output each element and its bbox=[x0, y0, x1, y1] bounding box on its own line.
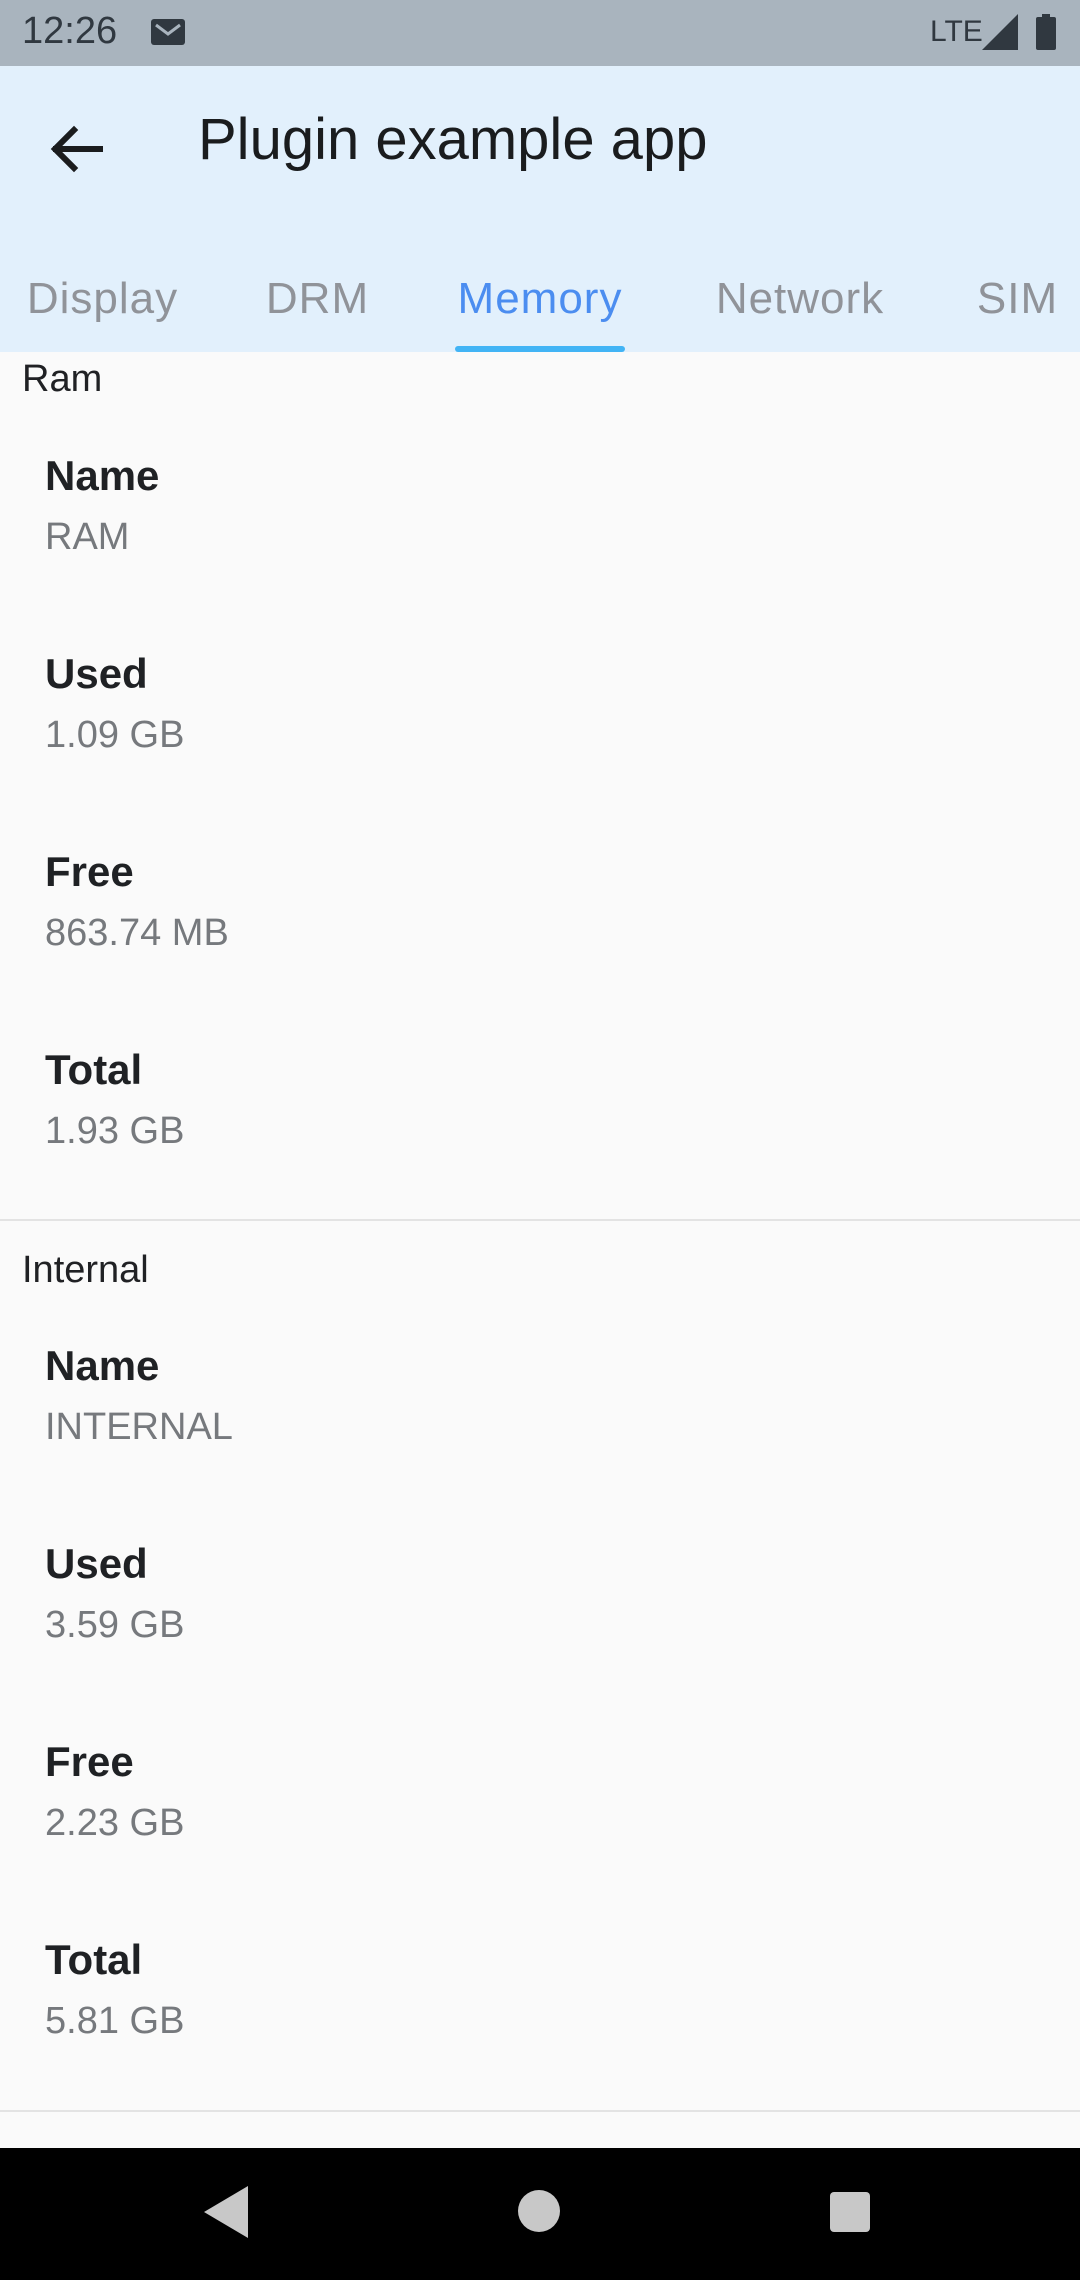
nav-home-icon[interactable] bbox=[518, 2190, 560, 2232]
item-label-total: Total bbox=[45, 1046, 143, 1093]
tab-display[interactable]: Display bbox=[0, 246, 205, 352]
system-nav-bar bbox=[0, 2148, 1080, 2280]
tab-memory[interactable]: Memory bbox=[440, 246, 640, 352]
signal-icon bbox=[982, 14, 1018, 50]
tab-sim[interactable]: SIM bbox=[960, 246, 1075, 352]
item-value-name: RAM bbox=[45, 516, 130, 558]
battery-icon bbox=[1036, 14, 1056, 50]
item-value-used: 3.59 GB bbox=[45, 1604, 185, 1646]
item-label-free: Free bbox=[45, 848, 134, 895]
item-value-total: 1.93 GB bbox=[45, 1110, 185, 1152]
item-value-total: 5.81 GB bbox=[45, 2000, 185, 2042]
section-title-ram: Ram bbox=[22, 358, 103, 400]
item-label-total: Total bbox=[45, 1936, 143, 1983]
item-value-name: INTERNAL bbox=[45, 1406, 233, 1448]
network-type-label: LTE bbox=[930, 15, 983, 48]
item-value-used: 1.09 GB bbox=[45, 714, 185, 756]
item-label-name: Name bbox=[45, 452, 160, 499]
item-value-free: 863.74 MB bbox=[45, 912, 229, 954]
tab-indicator bbox=[455, 346, 625, 352]
app-bar: Plugin example app Display DRM Memory Ne… bbox=[0, 66, 1080, 352]
item-label-free: Free bbox=[45, 1738, 134, 1785]
nav-back-icon[interactable] bbox=[204, 2186, 248, 2238]
item-label-name: Name bbox=[45, 1342, 160, 1389]
tab-drm[interactable]: DRM bbox=[250, 246, 385, 352]
back-arrow-icon[interactable] bbox=[40, 112, 114, 186]
tab-network[interactable]: Network bbox=[700, 246, 900, 352]
item-value-free: 2.23 GB bbox=[45, 1802, 185, 1844]
tab-bar: Display DRM Memory Network SIM bbox=[0, 246, 1080, 352]
section-divider bbox=[0, 1219, 1080, 1221]
item-label-used: Used bbox=[45, 650, 148, 697]
page-title: Plugin example app bbox=[198, 107, 708, 172]
section-title-internal: Internal bbox=[22, 1249, 149, 1291]
mail-icon bbox=[151, 19, 185, 45]
item-label-used: Used bbox=[45, 1540, 148, 1587]
status-time: 12:26 bbox=[22, 10, 118, 52]
status-bar: 12:26 LTE bbox=[0, 0, 1080, 66]
section-divider bbox=[0, 2110, 1080, 2112]
nav-recents-icon[interactable] bbox=[830, 2192, 870, 2232]
